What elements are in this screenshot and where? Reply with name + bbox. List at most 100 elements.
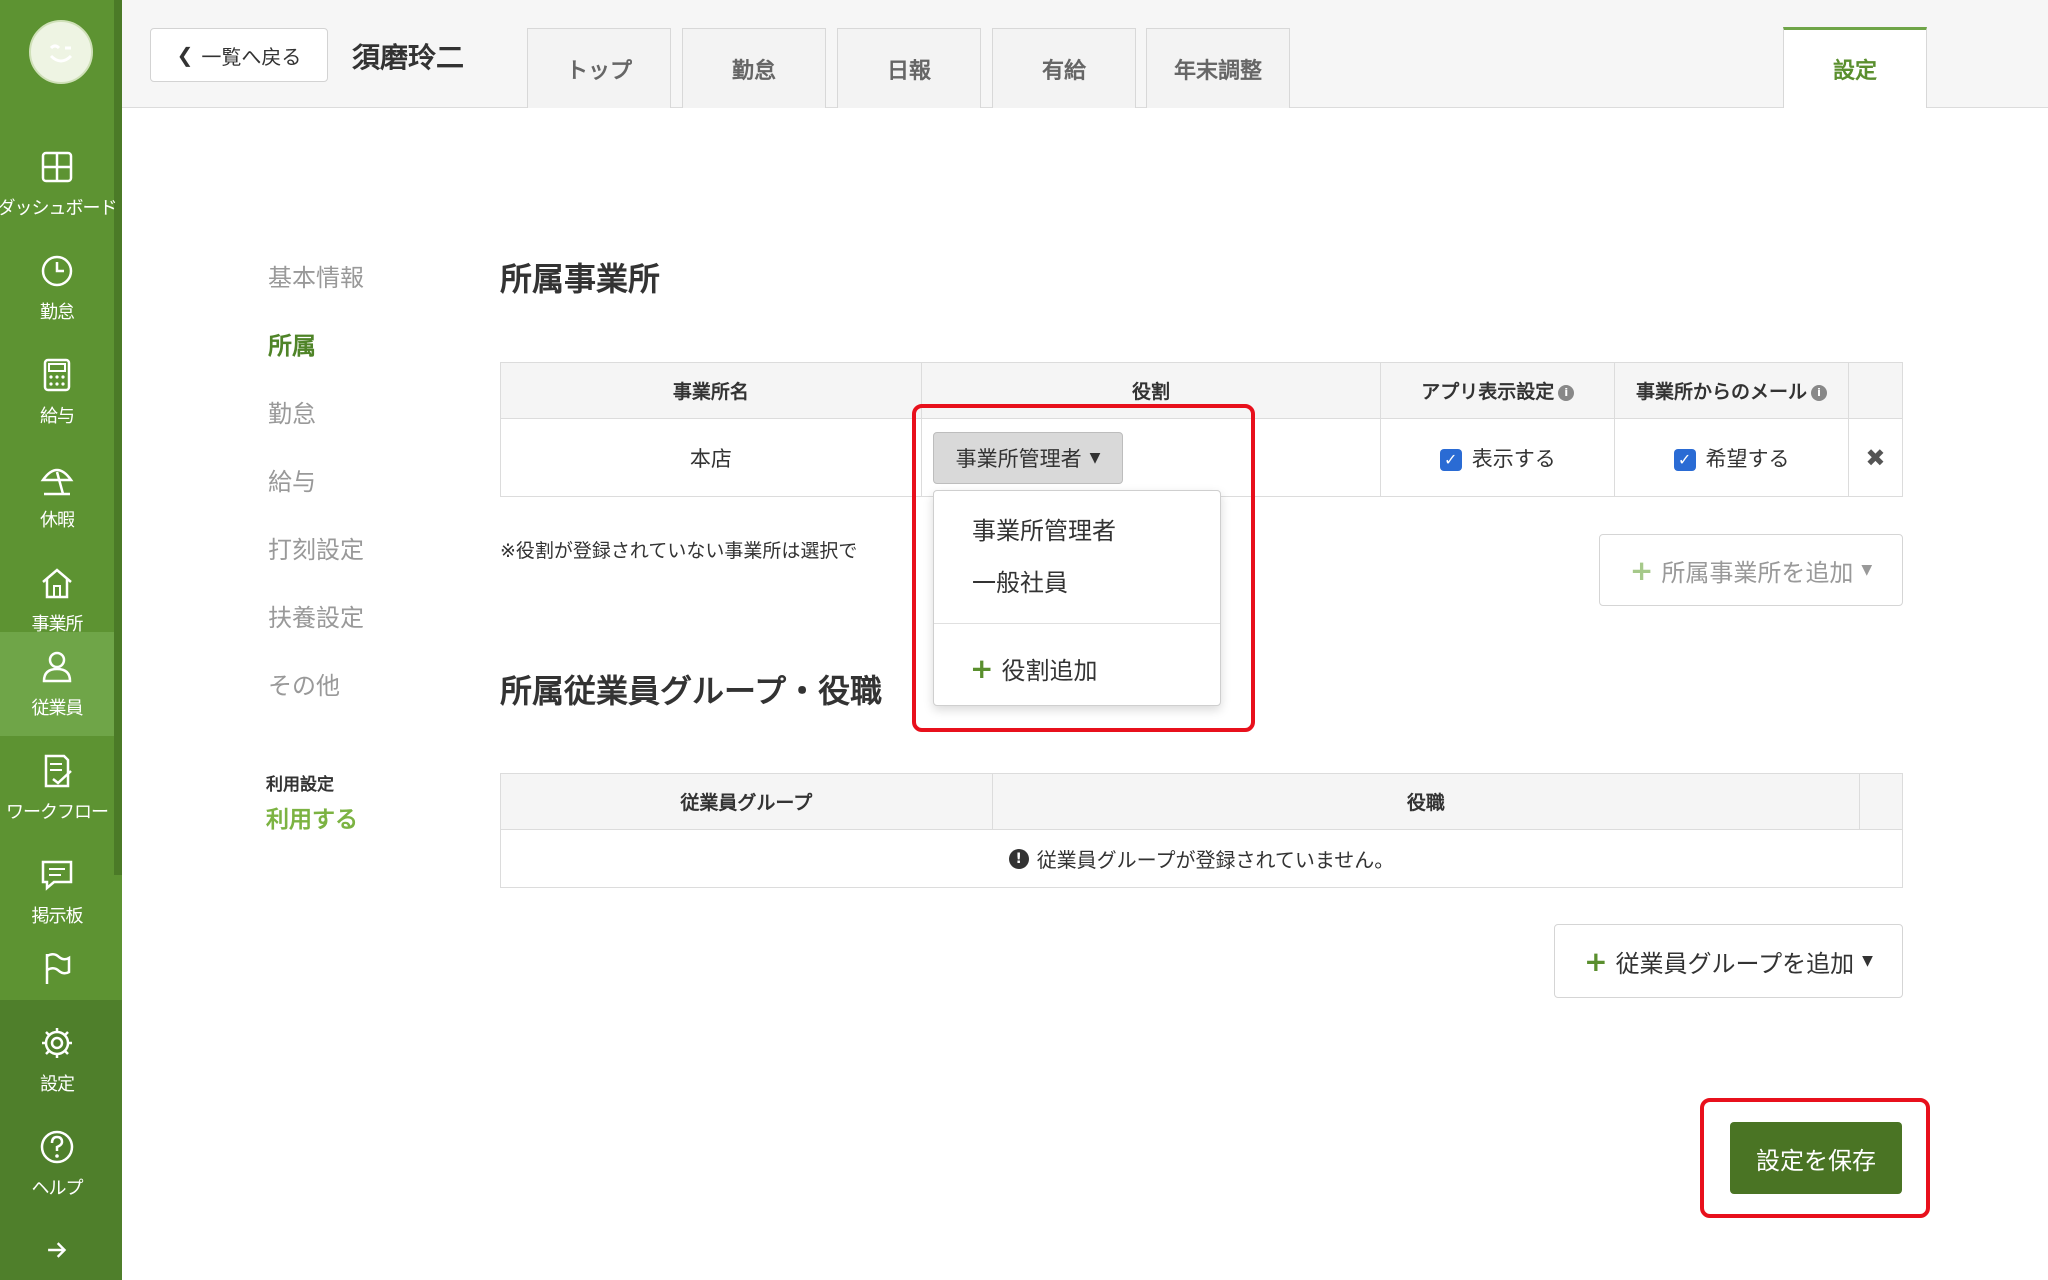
mail-label: 希望する (1705, 446, 1790, 471)
usage-setting-value[interactable]: 利用する (266, 800, 358, 834)
tab-daily-report[interactable]: 日報 (837, 28, 981, 108)
column-employee-group: 従業員グループ (500, 773, 993, 830)
column-office-name: 事業所名 (500, 362, 922, 419)
beach-umbrella-icon (40, 468, 74, 496)
office-name-cell: 本店 (500, 418, 922, 497)
add-employee-group-button[interactable]: + 従業員グループを追加 ▼ (1554, 924, 1903, 998)
column-label: 役割 (1131, 381, 1170, 403)
sidebar-item-settings[interactable]: 設定 (0, 1008, 114, 1112)
tab-settings[interactable]: 設定 (1783, 27, 1927, 108)
column-app-display: アプリ表示設定 i (1380, 362, 1616, 419)
sidebar-item-label: 休暇 (40, 510, 75, 531)
column-label: 役職 (1406, 792, 1445, 814)
message-board-icon (41, 860, 73, 891)
sidebar-item-employees[interactable]: 従業員 (0, 632, 114, 736)
subnav-payroll[interactable]: 給与 (268, 462, 316, 497)
offices-section-title: 所属事業所 (500, 260, 661, 298)
column-actions (1847, 362, 1904, 419)
flag-icon (45, 953, 71, 984)
sidebar-item-bulletin-board[interactable]: 掲示板 (0, 840, 114, 944)
info-icon[interactable]: i (1811, 384, 1828, 401)
remove-row-icon[interactable]: ✖ (1865, 444, 1885, 472)
tab-paid-leave[interactable]: 有給 (992, 28, 1136, 108)
logo-icon[interactable] (29, 20, 93, 84)
plus-icon: + (1629, 553, 1654, 587)
empty-message-text: 従業員グループが登録されていません。 (1036, 848, 1395, 872)
sidebar: ダッシュボード 勤怠 給与 休暇 事業所 従業員 ワークフロー 掲示板 設定 ヘ… (0, 0, 122, 1280)
sidebar-item-workflow[interactable]: ワークフロー (0, 736, 114, 840)
sidebar-item-label: ワークフロー (6, 802, 109, 823)
column-office-mail: 事業所からのメール i (1614, 362, 1849, 419)
sidebar-item-label: 給与 (40, 406, 75, 427)
empty-message: ! 従業員グループが登録されていません。 (501, 844, 1902, 873)
sidebar-item-label: 掲示板 (31, 906, 84, 927)
caret-down-icon: ▼ (1861, 562, 1873, 578)
tab-label: 年末調整 (1173, 58, 1262, 84)
sidebar-item-dashboard[interactable]: ダッシュボード (0, 132, 118, 236)
home-icon (42, 568, 72, 599)
sidebar-item-flag[interactable] (0, 944, 114, 1000)
sidebar-expand-button[interactable] (0, 1220, 114, 1280)
highlight-box-role-dropdown (912, 404, 1255, 732)
tab-attendance[interactable]: 勤怠 (682, 28, 826, 108)
sidebar-item-label: ダッシュボード (0, 198, 118, 219)
info-icon[interactable]: i (1558, 384, 1575, 401)
sidebar-item-label: 従業員 (31, 698, 84, 719)
usage-setting-label: 利用設定 (266, 775, 334, 795)
tab-label: 有給 (1041, 58, 1086, 84)
tab-label: 日報 (886, 58, 931, 84)
app-display-label: 表示する (1471, 446, 1556, 471)
clock-icon (41, 255, 73, 287)
dashboard-icon (41, 151, 73, 183)
add-office-label: 所属事業所を追加 (1661, 558, 1854, 587)
tab-label: 設定 (1832, 59, 1877, 84)
back-to-list-button[interactable]: ❮ 一覧へ戻る (150, 28, 328, 82)
mail-cell: ✓ 希望する (1614, 418, 1849, 497)
sidebar-item-attendance[interactable]: 勤怠 (0, 236, 114, 340)
caret-down-icon: ▼ (1862, 953, 1873, 969)
subnav-other[interactable]: その他 (268, 666, 340, 701)
smile-face-icon (49, 44, 73, 63)
tab-top[interactable]: トップ (527, 28, 671, 108)
offices-note: ※役割が登録されていない事業所は選択で (500, 540, 858, 562)
top-bar: ❮ 一覧へ戻る 須磨玲二 トップ 勤怠 日報 有給 年末調整 設定 (122, 0, 2048, 108)
subnav-clock-settings[interactable]: 打刻設定 (268, 530, 364, 565)
mail-checkbox[interactable]: ✓ (1673, 448, 1696, 471)
chevron-left-icon: ❮ (176, 43, 194, 67)
highlight-box-save-button (1700, 1098, 1930, 1218)
sidebar-item-leave[interactable]: 休暇 (0, 444, 114, 548)
remove-cell: ✖ (1847, 418, 1904, 497)
subnav-dependents[interactable]: 扶養設定 (268, 598, 364, 633)
tab-year-end-adjustment[interactable]: 年末調整 (1146, 28, 1290, 108)
add-group-label: 従業員グループを追加 (1615, 949, 1855, 978)
exclamation-icon: ! (1008, 848, 1029, 869)
calculator-icon (43, 358, 71, 392)
tab-label: 勤怠 (731, 58, 776, 84)
back-button-label: 一覧へ戻る (201, 44, 302, 69)
gear-icon (42, 1028, 72, 1058)
table-header-row: 従業員グループ 役職 (500, 773, 1903, 830)
column-label: 事業所名 (672, 381, 749, 403)
person-icon (42, 651, 72, 683)
sidebar-scrollbar[interactable] (114, 0, 122, 875)
subnav-affiliation[interactable]: 所属 (268, 326, 316, 361)
add-office-button[interactable]: + 所属事業所を追加 ▼ (1599, 534, 1903, 606)
sidebar-item-label: ヘルプ (31, 1178, 84, 1199)
sidebar-item-help[interactable]: ヘルプ (0, 1112, 114, 1216)
subnav-basic-info[interactable]: 基本情報 (268, 258, 364, 293)
subnav-attendance[interactable]: 勤怠 (268, 394, 316, 429)
arrow-right-icon (48, 1242, 67, 1258)
plus-icon: + (1584, 944, 1608, 978)
employee-name: 須磨玲二 (352, 41, 465, 74)
sidebar-item-label: 勤怠 (40, 302, 75, 323)
help-icon (40, 1130, 74, 1164)
groups-table: 従業員グループ 役職 ! 従業員グループが登録されていません。 (500, 773, 1903, 888)
empty-row: ! 従業員グループが登録されていません。 (500, 829, 1903, 888)
column-label: アプリ表示設定 (1421, 381, 1555, 403)
app-display-checkbox[interactable]: ✓ (1439, 448, 1462, 471)
workflow-check-icon (44, 754, 72, 788)
sidebar-item-payroll[interactable]: 給与 (0, 340, 114, 444)
column-label: 従業員グループ (680, 792, 813, 814)
tab-label: トップ (565, 58, 632, 84)
column-label: 事業所からのメール (1636, 381, 1808, 403)
